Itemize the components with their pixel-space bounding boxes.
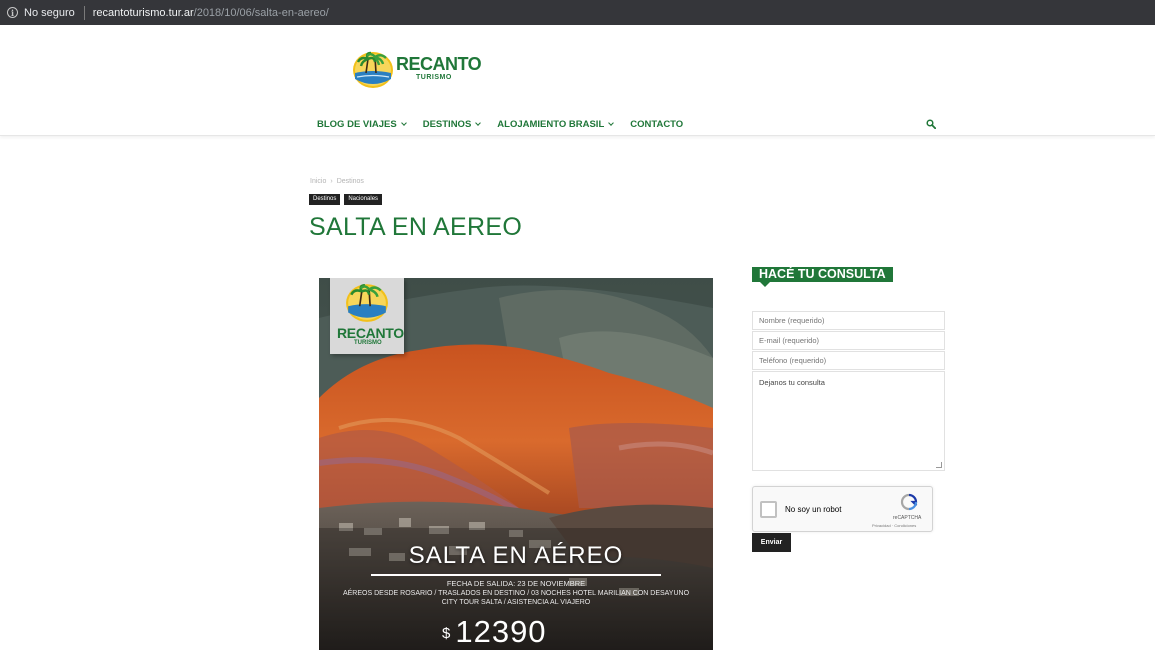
info-icon[interactable]: i [7,7,18,18]
promo-logo-subtitle: TURISMO [354,340,382,346]
captcha-label: No soy un robot [785,505,842,514]
phone-input[interactable] [752,351,945,370]
submit-button[interactable]: Enviar [752,533,791,552]
chevron-down-icon [608,120,615,126]
search-icon[interactable] [926,119,936,129]
breadcrumb-separator: › [330,178,333,185]
logo-subtitle: TURISMO [416,74,452,81]
tag-nacionales[interactable]: Nacionales [344,194,383,205]
price-value: 12390 [455,614,547,649]
address-divider [83,5,85,20]
promo-details-line-2: CITY TOUR SALTA / ASISTENCIA AL VIAJERO [441,599,591,606]
nav-alojamiento-brasil[interactable]: ALOJAMIENTO BRASIL [497,119,615,130]
breadcrumb: Inicio › Destinos [310,178,364,185]
promo-logo-wordmark: RECANTO [337,325,404,341]
nav-label: BLOG DE VIAJES [317,119,397,130]
promo-price: $12390 [442,614,547,650]
promo-divider [371,574,661,576]
url-path[interactable]: /2018/10/06/salta-en-aereo/ [194,7,329,19]
palm-logo-icon [346,283,388,322]
nav-label: CONTACTO [630,119,684,130]
promo-image: RECANTO TURISMO SALTA EN AÉREO FECHA DE … [319,278,713,650]
nav-destinos[interactable]: DESTINOS [422,119,482,130]
nav-blog-de-viajes[interactable]: BLOG DE VIAJES [317,119,407,130]
site-logo[interactable]: RECANTO TURISMO [352,49,482,89]
resize-handle-icon[interactable] [936,462,942,468]
chevron-down-icon [400,120,407,126]
category-tags: Destinos Nacionales [309,194,386,205]
breadcrumb-inicio[interactable]: Inicio [310,178,326,185]
promo-date: FECHA DE SALIDA: 23 DE NOVIEMBRE [446,579,586,588]
promo-logo: RECANTO TURISMO [330,278,404,354]
chevron-down-icon [475,120,482,126]
url-host[interactable]: recantoturismo.tur.ar [93,7,194,19]
browser-address-bar[interactable]: i No seguro recantoturismo.tur.ar/2018/1… [0,0,1155,25]
nav-label: DESTINOS [422,119,472,130]
nav-label: ALOJAMIENTO BRASIL [497,119,605,130]
site-header: RECANTO TURISMO BLOG DE VIAJES DESTINOS … [0,25,1155,136]
palm-logo-icon [353,51,393,88]
consulta-heading: HACÉ TU CONSULTA [752,267,893,287]
captcha-brand: reCAPTCHA [893,515,922,521]
email-input[interactable] [752,331,945,350]
captcha-terms[interactable]: Privacidad · Condiciones [872,523,916,528]
message-textarea[interactable]: Dejanos tu consulta [752,371,945,471]
nav-contacto[interactable]: CONTACTO [630,119,683,130]
tag-destinos[interactable]: Destinos [309,194,341,205]
page-title: SALTA EN AEREO [309,213,523,241]
promo-details: AÉREOS DESDE ROSARIO / TRASLADOS EN DEST… [319,589,713,607]
breadcrumb-destinos[interactable]: Destinos [337,178,364,185]
logo-wordmark: RECANTO [396,54,482,74]
promo-details-line-1: AÉREOS DESDE ROSARIO / TRASLADOS EN DEST… [342,590,690,597]
currency-symbol: $ [442,625,452,642]
security-status[interactable]: No seguro [24,7,75,19]
captcha-checkbox[interactable] [760,501,777,518]
recaptcha-widget: No soy un robot reCAPTCHA Privacidad · C… [752,486,933,532]
message-placeholder: Dejanos tu consulta [759,378,825,387]
promo-title: SALTA EN AÉREO [408,542,624,569]
name-input[interactable] [752,311,945,330]
recaptcha-icon [900,493,918,511]
main-nav: BLOG DE VIAJES DESTINOS ALOJAMIENTO BRAS… [317,119,700,130]
